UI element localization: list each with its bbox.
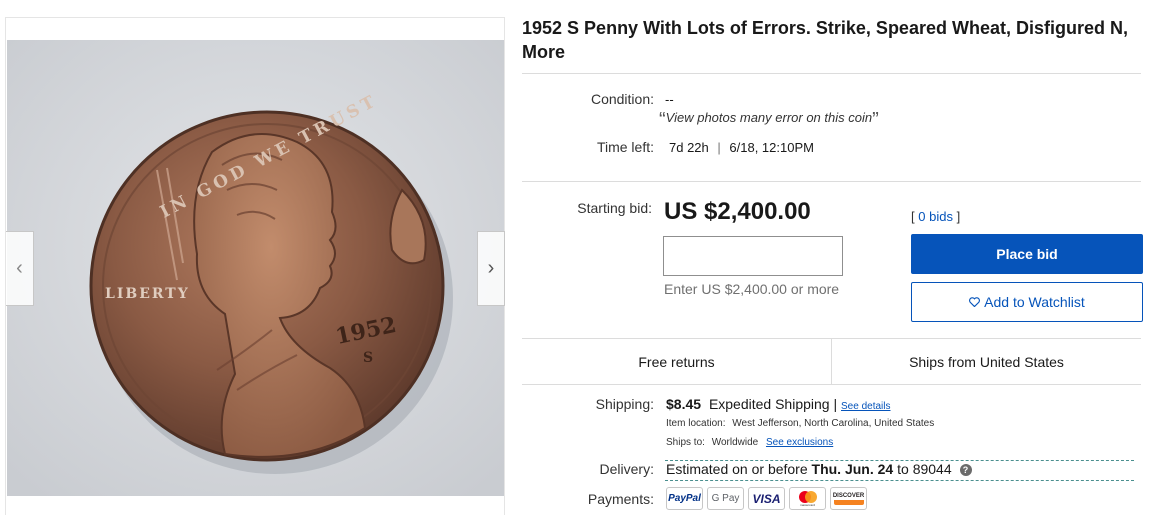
delivery-estimate: Estimated on or before Thu. Jun. 24 to 8… [666, 461, 972, 477]
shipping-service: Expedited Shipping [708, 396, 830, 412]
help-icon[interactable]: ? [959, 464, 972, 476]
bracket-open: [ [911, 209, 915, 224]
free-returns-badge: Free returns [638, 353, 715, 370]
next-image-button[interactable]: › [477, 231, 505, 306]
divider [522, 73, 1141, 74]
item-location-value: West Jefferson, North Carolina, United S… [732, 418, 935, 429]
visa-icon: VISA [748, 487, 785, 510]
see-details-link[interactable]: See details [841, 401, 890, 412]
chevron-left-icon: ‹ [16, 257, 23, 279]
starting-bid-label: Starting bid: [577, 200, 652, 216]
previous-image-button[interactable]: ‹ [6, 231, 34, 306]
coin-image: IN GOD WE TRUST LIBERTY 1952 S [7, 40, 504, 496]
ships-to-value: Worldwide [711, 437, 759, 448]
time-remaining: 7d 22h [669, 140, 709, 155]
payment-methods: PayPal G Pay VISA mastercard DISCOVER [666, 487, 867, 510]
shipping-separator: | [833, 396, 838, 412]
seller-note-text: View photos many error on this coin [665, 110, 873, 125]
delivery-to: to [897, 461, 909, 477]
divider [522, 181, 1141, 182]
mastercard-icon: mastercard [789, 487, 826, 510]
heart-icon [969, 297, 981, 307]
visa-label: VISA [752, 491, 781, 506]
watchlist-label: Add to Watchlist [984, 294, 1085, 310]
discover-stripe [833, 499, 864, 505]
shipping-label: Shipping: [595, 396, 654, 412]
delivery-prefix: Estimated on or before [666, 461, 808, 477]
end-time: 6/18, 12:10PM [729, 140, 814, 155]
delivery-zip[interactable]: 89044 [913, 461, 952, 477]
coin-photo[interactable]: IN GOD WE TRUST LIBERTY 1952 S [7, 40, 504, 496]
bid-history-link[interactable]: 0 bids [918, 209, 953, 224]
see-exclusions-link[interactable]: See exclusions [766, 437, 833, 448]
mastercard-label: mastercard [799, 503, 815, 507]
chevron-right-icon: › [487, 257, 495, 279]
delivery-label: Delivery: [599, 461, 654, 477]
coin-legend-liberty: LIBERTY [105, 286, 190, 302]
shipping-cost: $8.45 [666, 396, 702, 412]
image-gallery: IN GOD WE TRUST LIBERTY 1952 S ‹ › [5, 17, 505, 515]
ships-from-badge: Ships from United States [831, 339, 1141, 384]
paypal-label: PayPal [668, 493, 701, 504]
bid-hint: Enter US $2,400.00 or more [664, 281, 840, 297]
item-location: Item location: West Jefferson, North Car… [666, 418, 934, 429]
item-location-label: Item location: [666, 418, 726, 429]
bid-amount-input[interactable] [663, 236, 843, 276]
starting-bid-price: US $2,400.00 [664, 198, 811, 225]
divider [665, 480, 1134, 481]
quote-close-icon: ” [872, 109, 879, 131]
coin-mint-mark: S [363, 350, 373, 366]
bracket-close: ] [956, 209, 961, 224]
google-pay-label: G Pay [711, 493, 740, 504]
add-to-watchlist-button[interactable]: Add to Watchlist [911, 282, 1143, 322]
time-left-label: Time left: [596, 139, 654, 155]
discover-label: DISCOVER [832, 492, 865, 499]
info-bar: Free returns Ships from United States [522, 338, 1141, 385]
bid-count: [ 0 bids ] [911, 209, 960, 224]
listing-title: 1952 S Penny With Lots of Errors. Strike… [522, 18, 1128, 62]
delivery-date: Thu. Jun. 24 [811, 461, 894, 477]
google-pay-icon: G Pay [707, 487, 744, 510]
seller-note: “View photos many error on this coin” [659, 109, 879, 132]
place-bid-label: Place bid [996, 246, 1058, 262]
ships-to-label: Ships to: [666, 437, 705, 448]
shipping-line: $8.45 Expedited Shipping | See details [666, 396, 891, 412]
condition-value: -- [665, 92, 674, 107]
paypal-icon: PayPal [666, 487, 703, 510]
time-separator: | [717, 140, 721, 155]
discover-icon: DISCOVER [830, 487, 867, 510]
time-left-value: 7d 22h | 6/18, 12:10PM [669, 140, 814, 155]
payments-label: Payments: [587, 491, 654, 507]
place-bid-button[interactable]: Place bid [911, 234, 1143, 274]
condition-label: Condition: [590, 91, 654, 107]
quote-open-icon: “ [659, 109, 666, 131]
mastercard-circles [798, 491, 817, 503]
ships-to: Ships to: Worldwide See exclusions [666, 437, 833, 448]
